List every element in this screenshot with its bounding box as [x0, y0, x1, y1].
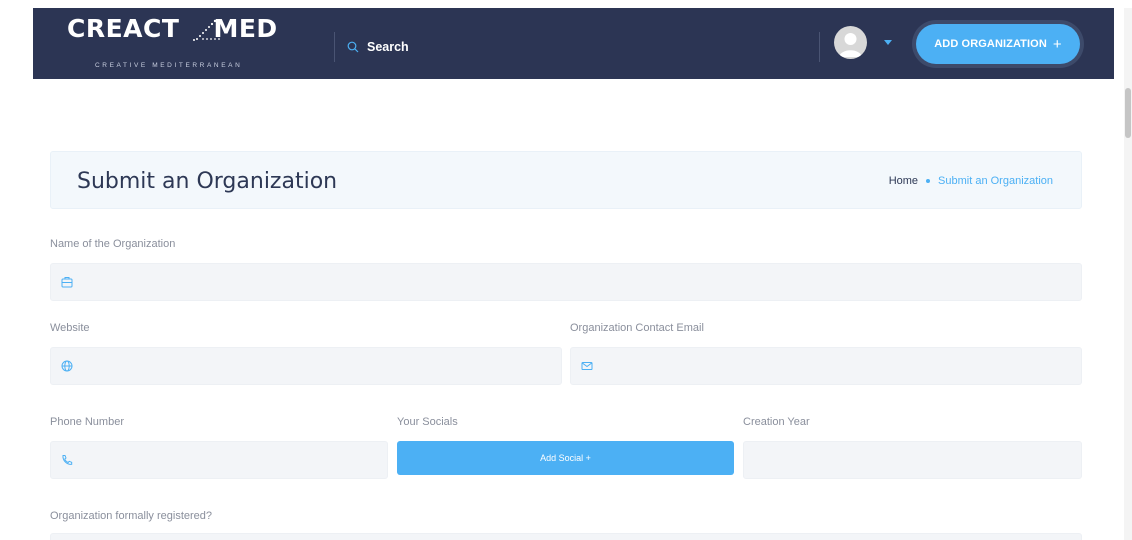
logo[interactable]: CREACT MED CREATIVE MEDITERRANEAN: [67, 14, 297, 74]
email-label: Organization Contact Email: [570, 322, 704, 334]
website-label: Website: [50, 322, 90, 334]
socials-label: Your Socials: [397, 416, 458, 428]
scrollbar-thumb[interactable]: [1125, 88, 1131, 138]
creation-year-input[interactable]: [743, 441, 1082, 479]
breadcrumb: Home Submit an Organization: [889, 175, 1053, 187]
top-strip: [0, 0, 1132, 8]
search-trigger[interactable]: Search: [347, 36, 409, 58]
breadcrumb-separator-icon: [926, 179, 931, 183]
contact-email-input[interactable]: [570, 347, 1082, 385]
page-title-box: Submit an Organization Home Submit an Or…: [50, 151, 1082, 209]
avatar[interactable]: [834, 26, 867, 59]
briefcase-icon: [61, 277, 73, 288]
logo-text: CREACT MED: [67, 14, 278, 43]
phone-icon: [62, 455, 73, 465]
add-organization-button[interactable]: ADD ORGANIZATION +: [912, 20, 1084, 68]
name-label: Name of the Organization: [50, 238, 176, 250]
add-social-button[interactable]: Add Social +: [397, 441, 734, 475]
registered-select[interactable]: [50, 533, 1082, 540]
scrollbar[interactable]: [1124, 8, 1132, 540]
page: CREACT MED CREATIVE MEDITERRANEAN Search…: [0, 0, 1132, 540]
search-label: Search: [367, 40, 409, 54]
mail-icon: [581, 362, 593, 370]
divider: [819, 32, 820, 62]
organization-name-input[interactable]: [50, 263, 1082, 301]
plus-icon: +: [1052, 35, 1062, 53]
add-organization-label: ADD ORGANIZATION: [934, 38, 1047, 50]
globe-icon: [61, 360, 73, 372]
chevron-down-icon[interactable]: [883, 39, 893, 47]
logo-subtitle: CREATIVE MEDITERRANEAN: [95, 62, 243, 69]
creation-year-label: Creation Year: [743, 416, 810, 428]
add-organization-button-inner: ADD ORGANIZATION +: [916, 24, 1080, 64]
website-input[interactable]: [50, 347, 562, 385]
navbar: CREACT MED CREATIVE MEDITERRANEAN Search…: [33, 8, 1114, 79]
phone-input[interactable]: [50, 441, 388, 479]
search-icon: [347, 41, 359, 53]
page-title: Submit an Organization: [77, 169, 338, 194]
divider: [334, 32, 335, 62]
breadcrumb-current: Submit an Organization: [938, 175, 1053, 187]
registered-label: Organization formally registered?: [50, 510, 213, 522]
logo-dots-icon: [193, 19, 220, 41]
breadcrumb-home[interactable]: Home: [889, 175, 918, 187]
user-icon: [839, 33, 862, 57]
phone-label: Phone Number: [50, 416, 124, 428]
